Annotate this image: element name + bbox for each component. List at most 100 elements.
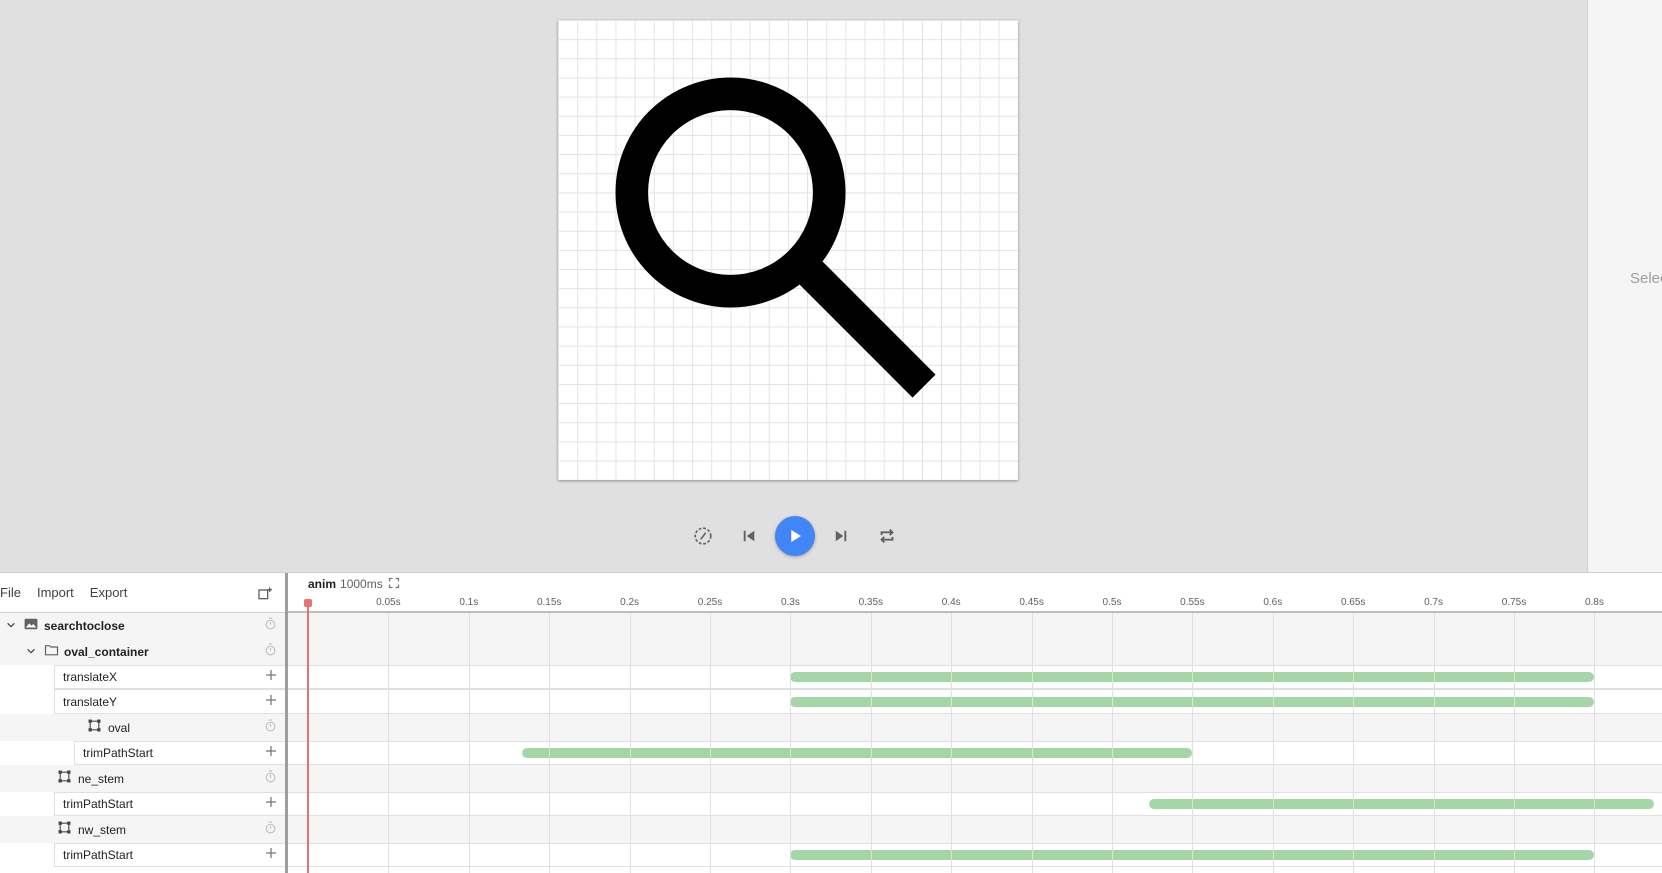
playhead-handle[interactable] [304,599,312,607]
animation-block[interactable] [521,748,1193,758]
grid-line [1112,613,1113,873]
tick-label: 0.8s [1584,597,1604,608]
file-menu-bar: File Import Export [0,573,285,613]
property-row[interactable]: trimPathStart [74,741,285,765]
tick-label: 0.3s [780,597,800,608]
path-icon [58,821,71,839]
layer-label: translateX [63,670,118,684]
layer-row[interactable]: oval_container [0,639,285,665]
stopwatch-icon[interactable] [264,821,277,839]
grid-line [871,613,872,873]
layer-row[interactable]: oval [0,714,285,741]
repeat-icon [880,528,894,544]
canvas-stage [0,0,1587,572]
properties-hint: Selec [1630,270,1662,287]
property-track[interactable] [288,689,1662,714]
animation-title[interactable]: anim 1000ms [308,577,383,591]
play-button[interactable] [775,516,815,556]
skip-previous-button[interactable] [726,514,772,558]
animation-header: anim 1000ms 0.05s 0.1s 0.15s 0.2s 0.25s 0.3s 0.… [288,573,1662,613]
property-row[interactable]: trimPathStart [54,792,285,816]
grid-line [630,613,631,873]
grid-line [790,613,791,873]
property-track[interactable] [288,741,1662,765]
property-row[interactable]: translateY [54,689,285,714]
grid-line [549,613,550,873]
repeat-button[interactable] [864,514,910,558]
playhead[interactable] [304,599,312,873]
plus-icon[interactable] [265,693,277,711]
tick-label: 0.6s [1263,597,1283,608]
tick-label: 0.65s [1340,597,1366,608]
layer-row[interactable]: searchtoclose [0,613,285,639]
oval-path[interactable] [615,77,846,308]
grid-line [951,613,952,873]
plus-icon[interactable] [265,846,277,864]
search-artwork [615,77,936,398]
plus-icon[interactable] [265,795,277,813]
import-menu[interactable]: Import [29,585,82,600]
layer-row[interactable]: nw_stem [0,816,285,843]
grid-line [1514,613,1515,873]
tick-label: 0.5s [1102,597,1122,608]
grid-line [388,613,389,873]
tick-label: 0.55s [1180,597,1205,608]
tick-label: 0.05s [376,597,401,608]
artwork-canvas[interactable] [558,20,1018,480]
tick-label: 0.75s [1501,597,1527,608]
stem-path[interactable] [788,250,936,398]
skip-previous-icon [743,530,755,542]
layer-track[interactable] [288,613,1662,639]
layer-track[interactable] [288,639,1662,665]
grid-line [1434,613,1435,873]
layer-track[interactable] [288,816,1662,843]
property-row[interactable]: trimPathStart [54,843,285,867]
tick-label: 0.4s [941,597,961,608]
plus-icon[interactable] [265,668,277,686]
play-icon [791,530,801,542]
layer-track[interactable] [288,714,1662,741]
add-layer-icon[interactable] [257,586,273,602]
grid-line [469,613,470,873]
layer-row[interactable]: ne_stem [0,765,285,792]
animation-duration: 1000ms [340,577,383,591]
layer-label: oval [108,720,131,735]
fullscreen-icon[interactable] [388,577,400,589]
skip-next-icon [835,530,847,542]
folder-icon [44,643,59,661]
skip-next-button[interactable] [818,514,864,558]
properties-panel: Selec [1587,0,1662,572]
tick-label: 0.35s [858,597,884,608]
property-track[interactable] [288,792,1662,816]
layer-track[interactable] [288,765,1662,792]
grid-line [1273,613,1274,873]
property-row[interactable]: translateX [54,665,285,689]
tick-label: 0.15s [536,597,562,608]
tick-label: 0.25s [697,597,723,608]
stopwatch-icon[interactable] [264,770,277,788]
grid-line [1594,613,1595,873]
playback-controls [680,514,910,558]
chevron-down-icon[interactable] [26,643,36,661]
plus-icon[interactable] [265,744,277,762]
tick-label: 0.45s [1019,597,1044,608]
layer-list: File Import Export searchtoclose oval_con… [0,573,288,873]
stopwatch-icon[interactable] [264,719,277,737]
chevron-down-icon[interactable] [6,617,16,635]
slow-motion-icon [694,527,712,545]
file-menu[interactable]: File [0,585,29,600]
stopwatch-icon[interactable] [264,643,277,661]
image-icon [24,617,38,635]
property-track[interactable] [288,665,1662,689]
grid-line [1032,613,1033,873]
grid-line [1353,613,1354,873]
layer-label: trimPathStart [63,848,134,862]
layer-label: translateY [63,694,118,709]
export-menu[interactable]: Export [82,585,136,600]
animation-block[interactable] [1148,799,1654,809]
timeline-tracks: anim 1000ms 0.05s 0.1s 0.15s 0.2s 0.25s 0.3s 0.… [288,573,1662,873]
property-track[interactable] [288,843,1662,867]
layer-label: ne_stem [78,771,125,786]
stopwatch-icon[interactable] [264,617,277,635]
speed-button[interactable] [680,514,726,558]
